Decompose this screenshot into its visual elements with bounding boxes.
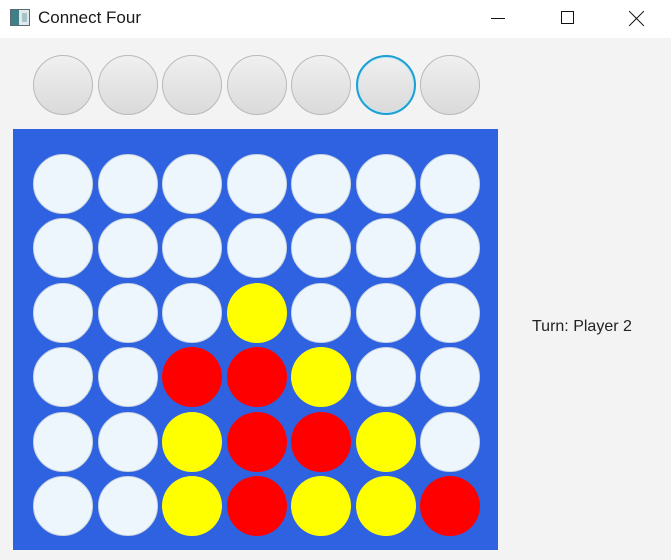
board-cell-r6-c4-red[interactable] (227, 476, 287, 536)
board-cell-r1-c7-empty[interactable] (420, 154, 480, 214)
board-cell-r5-c6-yellow[interactable] (356, 412, 416, 472)
drop-column-7-button[interactable] (420, 55, 480, 115)
board-cell-r5-c2-empty[interactable] (98, 412, 158, 472)
drop-column-5-button[interactable] (291, 55, 351, 115)
board-cell-r2-c3-empty[interactable] (162, 218, 222, 278)
board-cell-r1-c3-empty[interactable] (162, 154, 222, 214)
drop-column-2-button[interactable] (98, 55, 158, 115)
board-cell-r5-c3-yellow[interactable] (162, 412, 222, 472)
board-cell-r6-c5-yellow[interactable] (291, 476, 351, 536)
board-cell-r2-c1-empty[interactable] (33, 218, 93, 278)
minimize-button[interactable] (475, 0, 521, 38)
maximize-icon (561, 11, 574, 24)
board-cell-r5-c4-red[interactable] (227, 412, 287, 472)
board-cell-r2-c4-empty[interactable] (227, 218, 287, 278)
app-window-icon (10, 9, 30, 26)
close-button[interactable] (614, 0, 660, 38)
minimize-icon (491, 18, 505, 19)
board-cell-r4-c7-empty[interactable] (420, 347, 480, 407)
drop-column-4-button[interactable] (227, 55, 287, 115)
drop-column-1-button[interactable] (33, 55, 93, 115)
board-cell-r1-c2-empty[interactable] (98, 154, 158, 214)
board-cell-r6-c6-yellow[interactable] (356, 476, 416, 536)
board-cell-r5-c5-red[interactable] (291, 412, 351, 472)
drop-column-3-button[interactable] (162, 55, 222, 115)
board-cell-r3-c5-empty[interactable] (291, 283, 351, 343)
board-cell-r3-c7-empty[interactable] (420, 283, 480, 343)
board-cell-r4-c6-empty[interactable] (356, 347, 416, 407)
board-cell-r2-c6-empty[interactable] (356, 218, 416, 278)
title-bar[interactable]: Connect Four (0, 0, 671, 38)
maximize-button[interactable] (544, 0, 590, 38)
drop-column-6-button[interactable] (356, 55, 416, 115)
board-cell-r3-c1-empty[interactable] (33, 283, 93, 343)
board-cell-r4-c2-empty[interactable] (98, 347, 158, 407)
board-cell-r6-c2-empty[interactable] (98, 476, 158, 536)
board-cell-r3-c6-empty[interactable] (356, 283, 416, 343)
board-cell-r3-c4-yellow[interactable] (227, 283, 287, 343)
turn-status: Turn: Player 2 (532, 318, 632, 335)
board-cell-r5-c1-empty[interactable] (33, 412, 93, 472)
board-cell-r6-c7-red[interactable] (420, 476, 480, 536)
board-cell-r3-c3-empty[interactable] (162, 283, 222, 343)
board-cell-r4-c4-red[interactable] (227, 347, 287, 407)
board-cell-r6-c1-empty[interactable] (33, 476, 93, 536)
board-cell-r4-c5-yellow[interactable] (291, 347, 351, 407)
board-cell-r2-c2-empty[interactable] (98, 218, 158, 278)
board-cell-r2-c5-empty[interactable] (291, 218, 351, 278)
board-cell-r6-c3-yellow[interactable] (162, 476, 222, 536)
game-board (13, 129, 498, 550)
board-cell-r1-c5-empty[interactable] (291, 154, 351, 214)
board-cell-r3-c2-empty[interactable] (98, 283, 158, 343)
board-cell-r1-c4-empty[interactable] (227, 154, 287, 214)
board-cell-r5-c7-empty[interactable] (420, 412, 480, 472)
board-cell-r4-c1-empty[interactable] (33, 347, 93, 407)
board-cell-r4-c3-red[interactable] (162, 347, 222, 407)
board-cell-r1-c6-empty[interactable] (356, 154, 416, 214)
connect-four-window: Connect Four Turn: Player 2 (0, 0, 671, 560)
board-cell-r2-c7-empty[interactable] (420, 218, 480, 278)
close-icon (629, 10, 645, 26)
board-cell-r1-c1-empty[interactable] (33, 154, 93, 214)
window-title: Connect Four (38, 8, 141, 27)
